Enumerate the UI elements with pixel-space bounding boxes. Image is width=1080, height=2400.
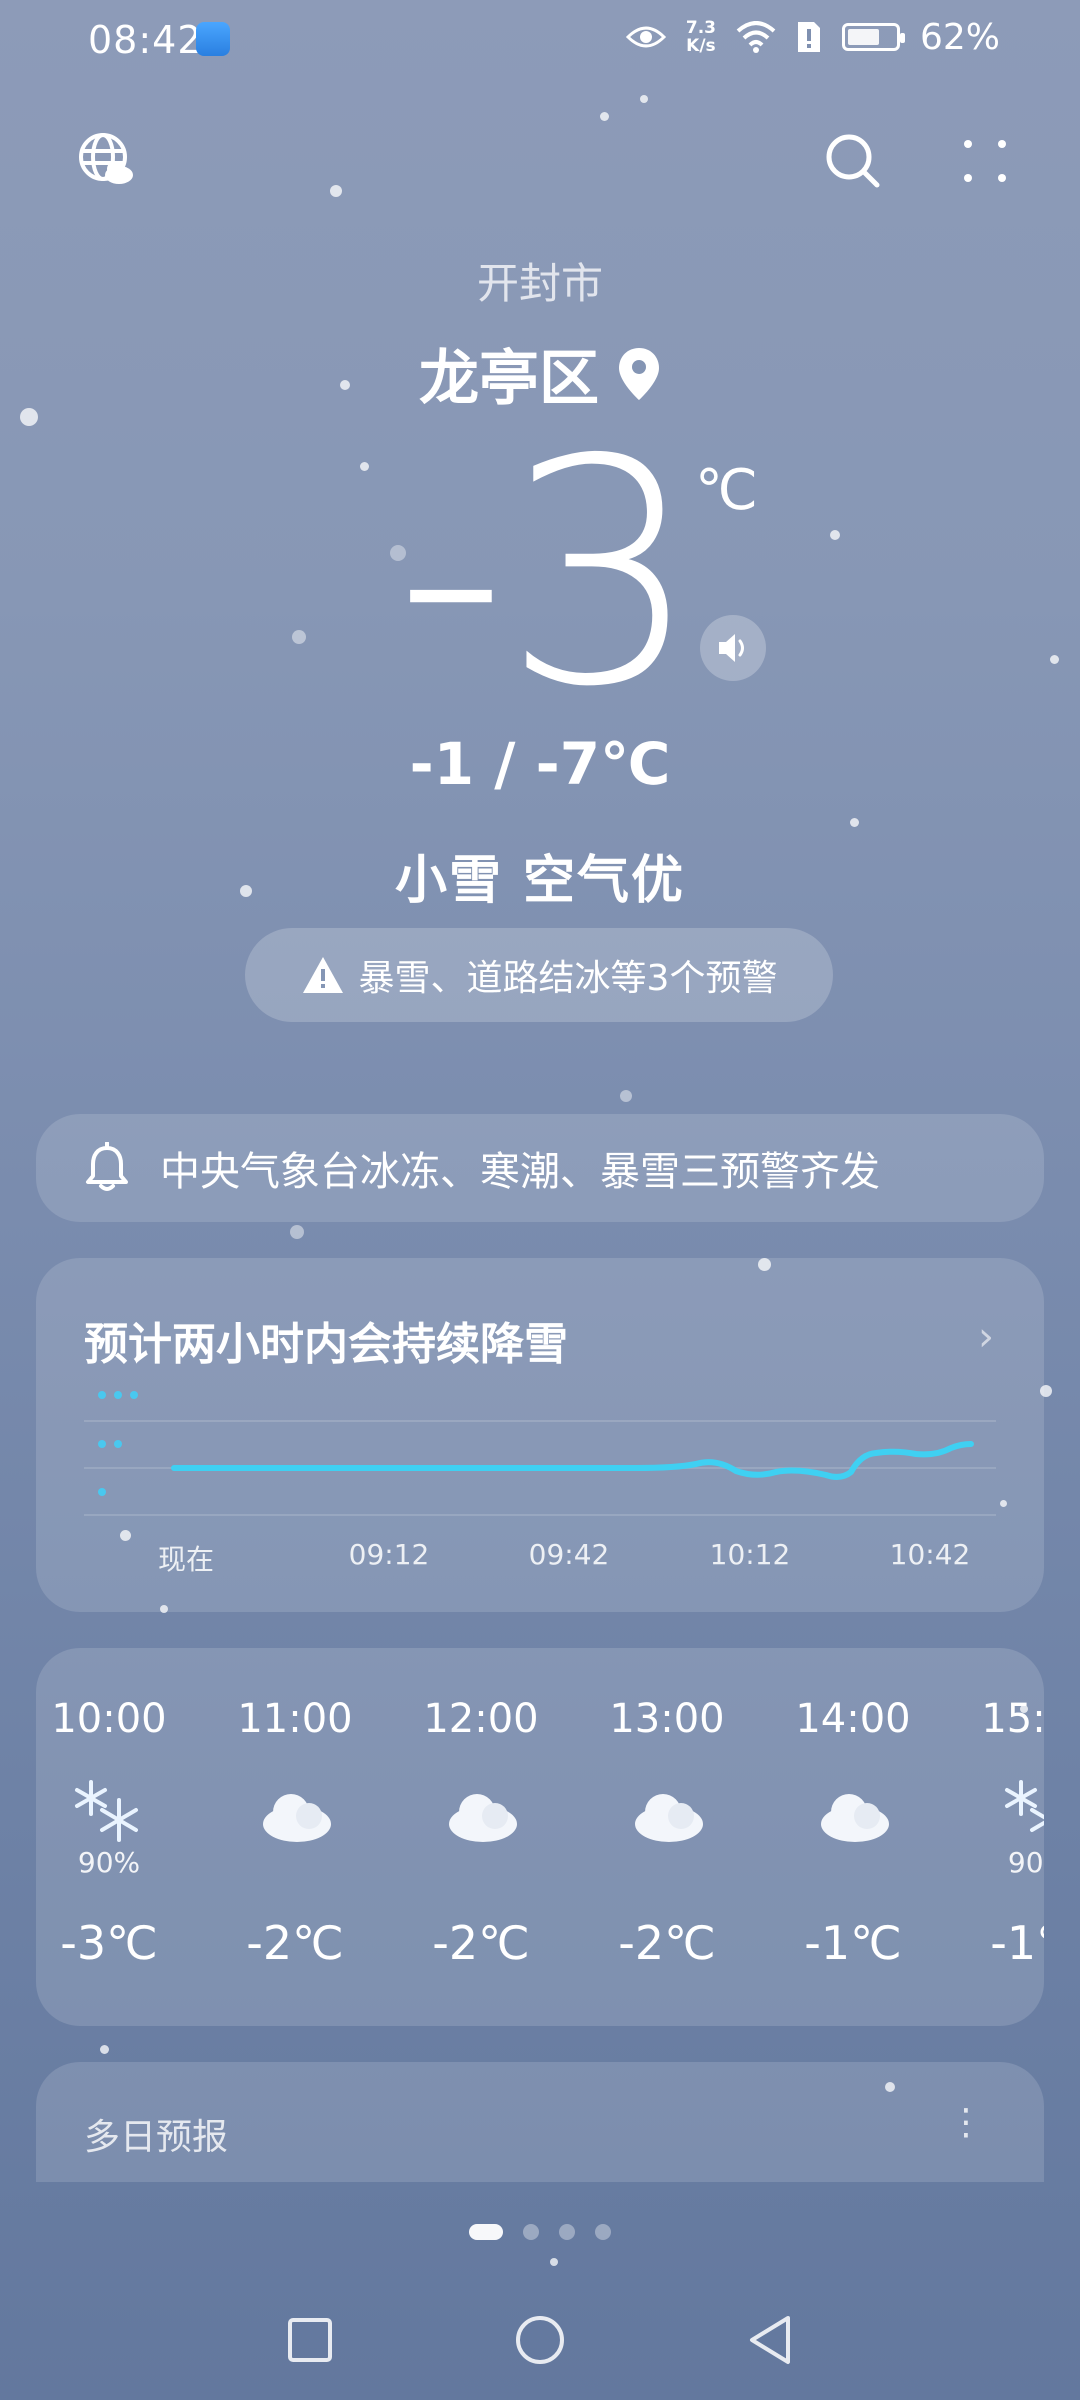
eye-icon: [625, 26, 666, 48]
more-menu-icon[interactable]: [950, 126, 1020, 196]
time-label: 09:12: [348, 1538, 430, 1571]
hour-temp: -1℃: [990, 1916, 1044, 1970]
hour-time: 11:00: [237, 1696, 353, 1742]
battery-percent: 62%: [919, 16, 1000, 58]
level-legend-moderate: [98, 1440, 122, 1448]
time-label: 10:42: [889, 1538, 971, 1571]
voice-broadcast-button[interactable]: [700, 615, 766, 681]
page-dot[interactable]: [523, 2224, 539, 2240]
hourly-item[interactable]: 11:00 -2℃: [202, 1648, 388, 2026]
hour-precip-prob: 90%: [1007, 1846, 1044, 1879]
hour-time: 13:00: [609, 1696, 725, 1742]
hour-time: 10:00: [51, 1696, 167, 1742]
cloud-icon: [635, 1794, 703, 1842]
hour-temp: -2℃: [432, 1916, 530, 1970]
current-temperature: -3: [395, 394, 700, 755]
hour-temp: -2℃: [618, 1916, 716, 1970]
hour-time: 15:00: [981, 1696, 1044, 1742]
warning-icon: [302, 957, 343, 993]
hourly-item[interactable]: 10:00 90% -3℃: [36, 1648, 202, 2026]
cloud-icon: [263, 1794, 331, 1842]
notice-text: 中央气象台冰冻、寒潮、暴雪三预警齐发: [160, 1149, 880, 1195]
weather-condition: 小雪 空气优: [394, 851, 686, 911]
precipitation-line: [171, 1441, 974, 1480]
hour-time: 12:00: [423, 1696, 539, 1742]
status-icons: 7.3 K/s 62%: [625, 14, 1000, 60]
cloud-icon: [449, 1794, 517, 1842]
circle-icon: [516, 2316, 564, 2364]
cloud-icon: [821, 1794, 889, 1842]
back-triangle-icon: [750, 2316, 790, 2364]
battery-icon: [841, 23, 905, 51]
bell-icon: [86, 1142, 128, 1191]
back-button[interactable]: [740, 2310, 800, 2370]
recent-apps-button[interactable]: [280, 2310, 340, 2370]
temperature-unit: ℃: [695, 458, 758, 523]
hour-temp: -1℃: [804, 1916, 902, 1970]
multi-day-forecast-card[interactable]: 多日预报 ⋮: [36, 2062, 1044, 2182]
weather-app-notification-icon: [196, 22, 230, 56]
hour-temp: -3℃: [60, 1916, 158, 1970]
weather-alert-button[interactable]: 暴雪、道路结冰等3个预警: [245, 928, 833, 1022]
status-time: 08:42: [88, 18, 203, 62]
hour-time: 14:00: [795, 1696, 911, 1742]
time-label: 09:42: [528, 1538, 610, 1571]
square-icon: [288, 2318, 332, 2362]
net-speed: 7.3 K/s: [685, 18, 716, 56]
hourly-item[interactable]: 15:00 90% -1℃: [946, 1648, 1044, 2026]
page-dot-active[interactable]: [469, 2224, 503, 2240]
snow-icon: [1005, 1780, 1044, 1832]
search-icon[interactable]: [818, 126, 888, 196]
page-indicator: [0, 2224, 1080, 2240]
high-low-temperature: -1 / -7℃: [409, 730, 671, 798]
speaker-icon: [719, 634, 744, 662]
page-dot[interactable]: [595, 2224, 611, 2240]
sim-alert-icon: [797, 22, 820, 52]
time-label: 10:12: [709, 1538, 791, 1571]
city-name: 开封市: [476, 259, 603, 308]
hourly-forecast-card[interactable]: 10:00 90% -3℃ 11:00 -2℃ 12:00 -2℃ 13:00 …: [36, 1648, 1044, 2026]
snow-icon: [75, 1780, 138, 1842]
time-label: 现在: [157, 1543, 215, 1576]
hour-precip-prob: 90%: [77, 1846, 141, 1879]
page-dot[interactable]: [559, 2224, 575, 2240]
hour-temp: -2℃: [246, 1916, 344, 1970]
hourly-item[interactable]: 13:00 -2℃: [574, 1648, 760, 2026]
alert-label: 暴雪、道路结冰等3个预警: [358, 958, 778, 999]
hourly-item[interactable]: 12:00 -2℃: [388, 1648, 574, 2026]
level-legend-light: [98, 1488, 106, 1496]
system-nav-bar: [0, 2300, 1080, 2380]
home-button[interactable]: [510, 2310, 570, 2370]
hourly-item[interactable]: 14:00 -1℃: [760, 1648, 946, 2026]
more-vertical-icon[interactable]: ⋮: [948, 2102, 984, 2143]
wifi-icon: [736, 21, 776, 53]
city-manage-icon[interactable]: [72, 126, 142, 196]
news-notice-card[interactable]: 中央气象台冰冻、寒潮、暴雪三预警齐发: [36, 1114, 1044, 1222]
precipitation-card[interactable]: 预计两小时内会持续降雪 › 现在 09:12 09:42 10:12 10:42: [36, 1258, 1044, 1612]
multi-day-title: 多日预报: [84, 2117, 229, 2158]
level-legend-heavy: [98, 1391, 138, 1399]
